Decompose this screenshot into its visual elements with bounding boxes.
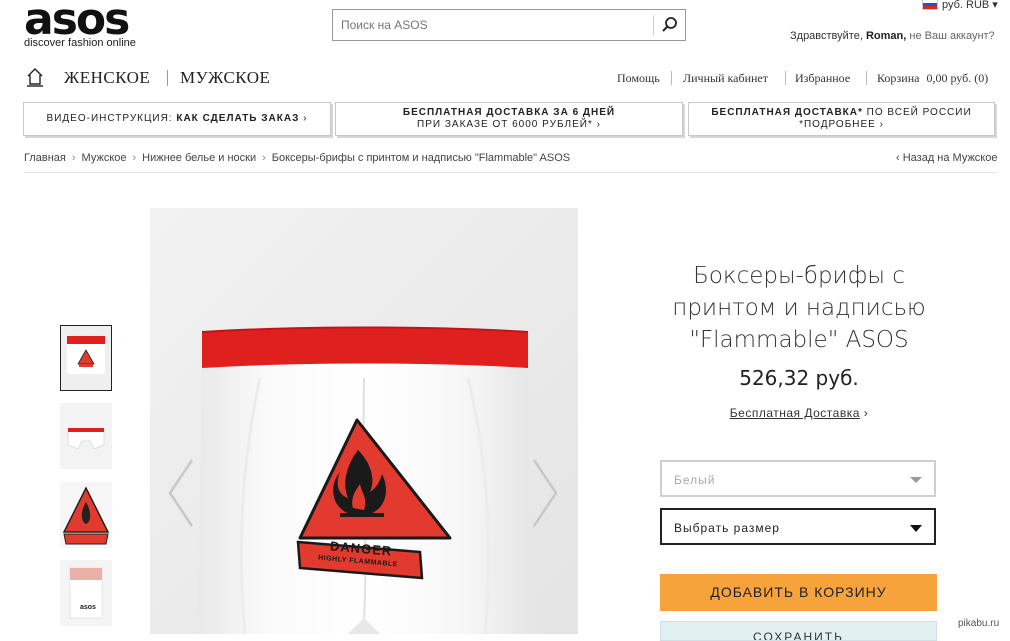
thumbnail-3[interactable] — [60, 482, 112, 548]
prev-image-arrow-icon[interactable] — [166, 456, 196, 530]
product-title: Боксеры-брифы с принтом и надписью "Flam… — [640, 260, 958, 356]
thumbnail-2[interactable] — [60, 403, 112, 469]
size-select[interactable]: Выбрать размер — [660, 508, 936, 545]
user-name: Roman, — [865, 30, 907, 42]
chevron-down-icon — [910, 477, 922, 483]
not-your-account-link[interactable]: не Ваш аккаунт? — [909, 30, 994, 42]
breadcrumb-separator: › — [132, 152, 137, 164]
greeting-prefix: Здравствуйте, — [790, 30, 863, 42]
search-divider — [653, 15, 654, 35]
nav-account[interactable]: Личный кабинет — [683, 71, 768, 86]
currency-label: руб. RUB ▾ — [942, 0, 998, 11]
thumbnail-image — [60, 482, 112, 548]
product-title-line: принтом и надписью — [672, 295, 926, 321]
breadcrumb-home[interactable]: Главная — [24, 152, 66, 164]
thumbnail-image — [60, 403, 112, 469]
promo-free-delivery-russia[interactable]: БЕСПЛАТНАЯ ДОСТАВКА* ПО ВСЕЙ РОССИИ *ПОД… — [688, 102, 995, 136]
breadcrumb: Главная › Мужское › Нижнее белье и носки › Бок… — [24, 152, 570, 164]
thumbnail-1[interactable] — [60, 325, 112, 391]
color-select[interactable]: Белый — [660, 460, 936, 497]
next-image-arrow-icon[interactable] — [530, 456, 560, 530]
promo-how-to-order[interactable]: ВИДЕО-ИНСТРУКЦИЯ: КАК СДЕЛАТЬ ЗАКАЗ › — [23, 102, 331, 136]
promo-text: БЕСПЛАТНАЯ ДОСТАВКА* ПО ВСЕЙ РОССИИ — [711, 107, 972, 118]
search-box[interactable] — [332, 9, 686, 41]
back-to-men-link[interactable]: ‹ Назад на Мужское — [896, 152, 997, 164]
breadcrumb-separator: › — [71, 152, 76, 164]
divider — [24, 172, 997, 173]
nav-women[interactable]: ЖЕНСКОЕ — [64, 68, 150, 88]
breadcrumb-underwear[interactable]: Нижнее белье и носки — [142, 152, 256, 164]
thumbnail-brand-text: asos — [80, 604, 96, 611]
breadcrumb-separator: › — [262, 152, 266, 164]
nav-favorites[interactable]: Избранное — [795, 71, 850, 86]
promo-text: ВИДЕО-ИНСТРУКЦИЯ: КАК СДЕЛАТЬ ЗАКАЗ › — [46, 113, 308, 124]
watermark: pikabu.ru — [958, 618, 1000, 629]
cart-label: Корзина — [877, 71, 920, 85]
free-delivery-label: Бесплатная Доставка — [729, 406, 860, 420]
promo-free-delivery-6-days[interactable]: БЕСПЛАТНАЯ ДОСТАВКА ЗА 6 ДНЕЙ ПРИ ЗАКАЗЕ… — [335, 102, 683, 136]
thumbnail-4[interactable]: asos — [60, 560, 112, 626]
save-for-later-button[interactable]: СОХРАНИТЬ — [660, 621, 937, 641]
cart-total: 0,00 руб. (0) — [926, 71, 989, 85]
promo-subtext: ПРИ ЗАКАЗЕ ОТ 6000 РУБЛЕЙ* › — [417, 119, 601, 130]
product-title-line: Боксеры-брифы с — [693, 263, 905, 289]
thumbnail-image — [60, 560, 112, 626]
product-main-image[interactable]: DANGER HIGHLY FLAMMABLE — [150, 208, 578, 634]
product-title-line: "Flammable" ASOS — [689, 327, 909, 353]
product-photo — [150, 208, 578, 634]
nav-cart[interactable]: Корзина 0,00 руб. (0) — [877, 71, 988, 86]
size-select-value: Выбрать размер — [674, 521, 780, 535]
promo-subtext: *ПОДРОБНЕЕ › — [799, 119, 884, 130]
nav-help[interactable]: Помощь — [617, 71, 660, 86]
breadcrumb-men[interactable]: Мужское — [82, 152, 127, 164]
nav-divider — [785, 71, 786, 85]
breadcrumb-current: Боксеры-брифы с принтом и надписью "Flam… — [271, 152, 571, 164]
thumbnail-image — [61, 326, 111, 390]
currency-selector[interactable]: руб. RUB ▾ — [922, 0, 998, 11]
promo-text: БЕСПЛАТНАЯ ДОСТАВКА ЗА 6 ДНЕЙ — [402, 107, 616, 118]
russia-flag-icon — [922, 0, 938, 10]
free-delivery-link[interactable]: Бесплатная Доставка › — [640, 406, 958, 420]
search-input[interactable] — [339, 17, 643, 33]
nav-men[interactable]: МУЖСКОЕ — [180, 68, 270, 88]
account-greeting: Здравствуйте, Roman, не Ваш аккаунт? — [790, 30, 995, 42]
nav-divider — [866, 71, 867, 85]
nav-divider — [671, 71, 672, 85]
product-price: 526,32 руб. — [739, 366, 859, 390]
add-to-cart-button[interactable]: ДОБАВИТЬ В КОРЗИНУ — [660, 574, 937, 611]
home-icon[interactable] — [26, 67, 44, 87]
search-icon — [662, 17, 677, 32]
color-select-value: Белый — [674, 473, 716, 487]
logo-tagline: discover fashion online — [24, 37, 136, 49]
nav-divider — [167, 70, 168, 86]
chevron-right-icon: › — [859, 406, 869, 420]
chevron-down-icon — [910, 525, 922, 532]
search-button[interactable] — [659, 14, 681, 36]
asos-logo[interactable]: asos — [24, 0, 130, 42]
